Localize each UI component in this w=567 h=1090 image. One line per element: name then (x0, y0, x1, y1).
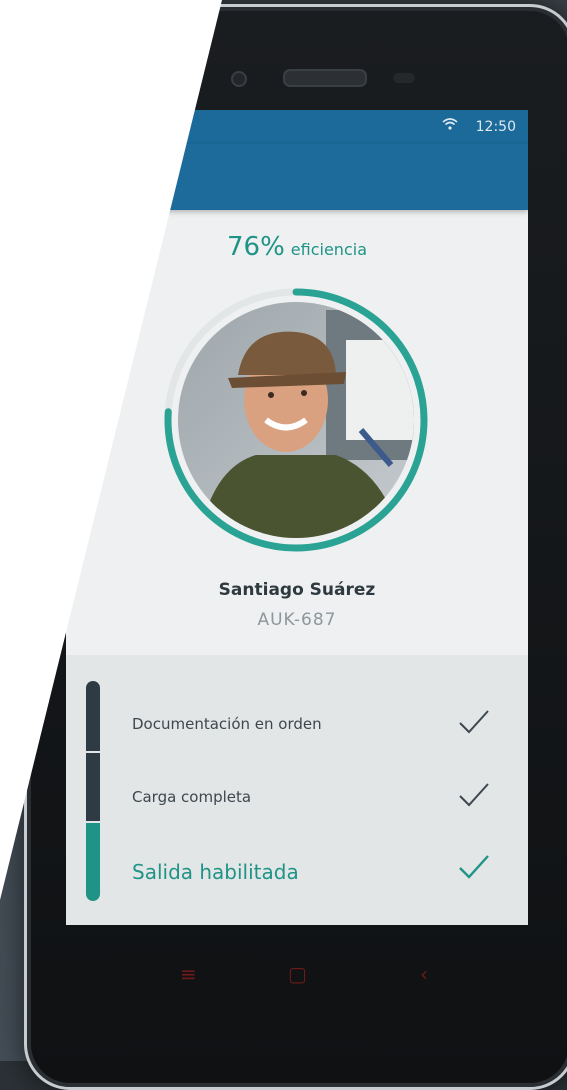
diagonal-white-overlay (0, 0, 222, 900)
